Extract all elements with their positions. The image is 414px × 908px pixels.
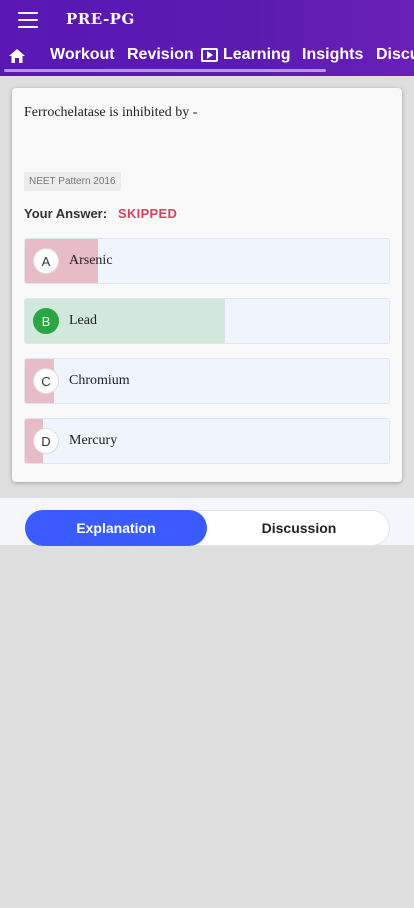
option-text: Chromium <box>69 373 130 388</box>
option-c[interactable]: C Chromium <box>24 358 390 404</box>
hamburger-menu-icon[interactable] <box>18 12 38 28</box>
option-letter: A <box>33 248 59 274</box>
tab-label: Discu <box>376 46 414 63</box>
option-letter: D <box>33 428 59 454</box>
tab-workout[interactable]: Workout <box>50 46 115 64</box>
option-letter: B <box>33 308 59 334</box>
question-text: Ferrochelatase is inhibited by - <box>24 105 198 120</box>
tab-revision[interactable]: Revision <box>127 46 194 64</box>
tab-insights[interactable]: Insights <box>302 46 363 64</box>
option-b[interactable]: B Lead <box>24 298 390 344</box>
tab-label: Learning <box>223 46 291 63</box>
tab-label: Workout <box>50 46 115 63</box>
play-box-icon <box>201 48 218 62</box>
your-answer-label: Your Answer: <box>24 206 108 221</box>
question-card: Ferrochelatase is inhibited by - NEET Pa… <box>12 88 402 482</box>
app-title: PRE-PG <box>66 10 135 28</box>
home-icon[interactable] <box>8 48 26 64</box>
explanation-button[interactable]: Explanation <box>25 510 207 546</box>
option-d[interactable]: D Mercury <box>24 418 390 464</box>
option-text: Lead <box>69 313 97 328</box>
option-a[interactable]: A Arsenic <box>24 238 390 284</box>
tab-discussion[interactable]: Discu <box>376 46 414 64</box>
option-letter: C <box>33 368 59 394</box>
exam-tag: NEET Pattern 2016 <box>24 172 121 191</box>
option-text: Mercury <box>69 433 118 448</box>
tab-label: Insights <box>302 46 364 63</box>
tab-scroll-indicator[interactable] <box>4 69 326 72</box>
your-answer-status: SKIPPED <box>118 206 178 221</box>
tab-learning[interactable]: Learning <box>201 46 291 64</box>
explanation-discussion-toggle: Explanation Discussion <box>25 510 390 546</box>
discussion-button[interactable]: Discussion <box>208 510 390 546</box>
tab-label: Revision <box>127 46 194 63</box>
option-text: Arsenic <box>69 253 113 268</box>
explanation-switch-area: Explanation Discussion <box>0 498 414 546</box>
app-bar: PRE-PG Workout Revision Learning Insight… <box>0 0 414 76</box>
tab-bar: Workout Revision Learning Insights Discu <box>0 40 414 72</box>
